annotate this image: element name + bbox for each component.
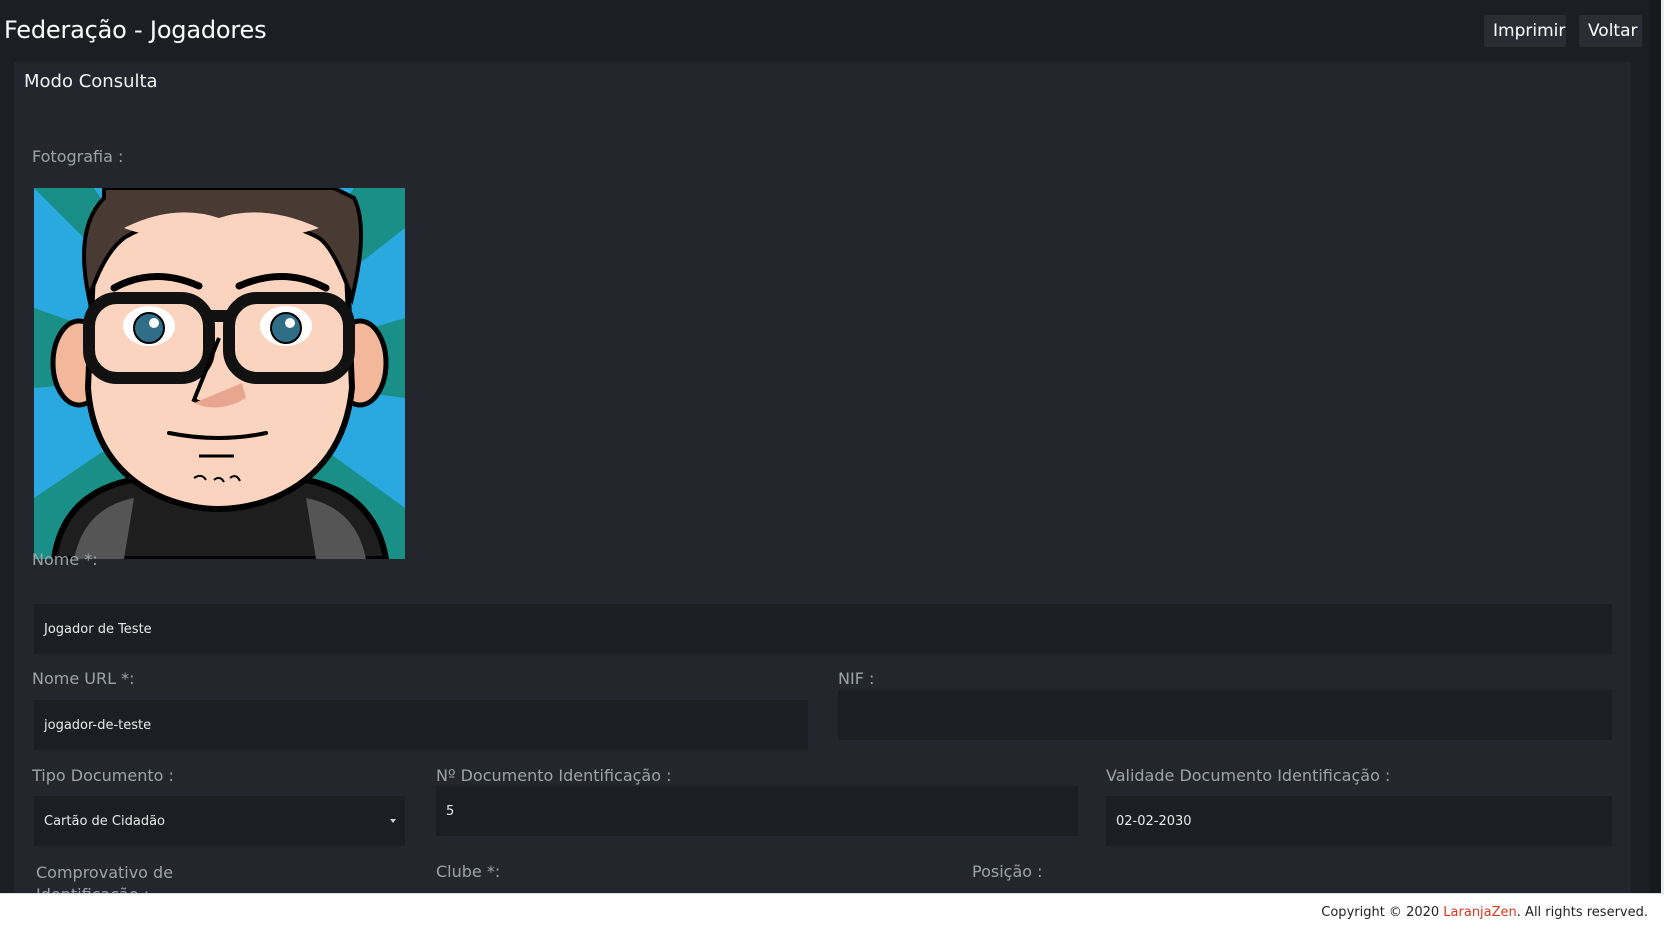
footer: Copyright © 2020 LaranjaZen. All rights …: [0, 893, 1664, 930]
scrollbar-track[interactable]: [1650, 0, 1661, 893]
validade-field[interactable]: 02-02-2030: [1106, 796, 1612, 846]
num-documento-label: Nº Documento Identificação :: [436, 766, 672, 785]
avatar-illustration: [34, 188, 405, 559]
validade-value: 02-02-2030: [1116, 813, 1192, 829]
validade-label: Validade Documento Identificação :: [1106, 766, 1391, 785]
copyright-prefix: Copyright © 2020: [1321, 905, 1444, 920]
page-title: Federação - Jogadores: [4, 16, 267, 44]
print-button[interactable]: Imprimir: [1484, 15, 1566, 47]
tipo-documento-value: Cartão de Cidadão: [44, 813, 165, 829]
copyright-text: Copyright © 2020 LaranjaZen. All rights …: [1321, 905, 1648, 920]
posicao-label: Posição :: [972, 862, 1043, 881]
copyright-suffix: . All rights reserved.: [1516, 905, 1648, 920]
nome-label: Nome *:: [32, 550, 98, 569]
nif-field[interactable]: [838, 690, 1612, 740]
nome-field[interactable]: Jogador de Teste: [34, 604, 1612, 654]
panel-title: Modo Consulta: [24, 71, 158, 92]
top-bar: Federação - Jogadores Imprimir Voltar: [0, 0, 1664, 62]
back-button[interactable]: Voltar: [1579, 15, 1642, 47]
nome-url-label: Nome URL *:: [32, 669, 135, 688]
nome-value: Jogador de Teste: [44, 621, 152, 637]
nif-label: NIF :: [838, 669, 875, 688]
brand-link[interactable]: LaranjaZen: [1443, 905, 1516, 920]
photo-label: Fotografia :: [32, 147, 124, 166]
tipo-documento-select[interactable]: Cartão de Cidadão: [34, 796, 405, 846]
num-documento-value: 5: [446, 803, 455, 819]
form-panel: Modo Consulta Fotografia : Nome *: Jogad…: [14, 62, 1631, 904]
tipo-documento-label: Tipo Documento :: [32, 766, 174, 785]
comprovativo-label-line1: Comprovativo de: [36, 863, 174, 882]
caret-down-icon: [390, 819, 396, 823]
clube-label: Clube *:: [436, 862, 501, 881]
player-photo: [34, 188, 405, 559]
num-documento-field[interactable]: 5: [436, 786, 1078, 836]
nome-url-field[interactable]: jogador-de-teste: [34, 700, 808, 750]
nome-url-value: jogador-de-teste: [44, 717, 152, 733]
